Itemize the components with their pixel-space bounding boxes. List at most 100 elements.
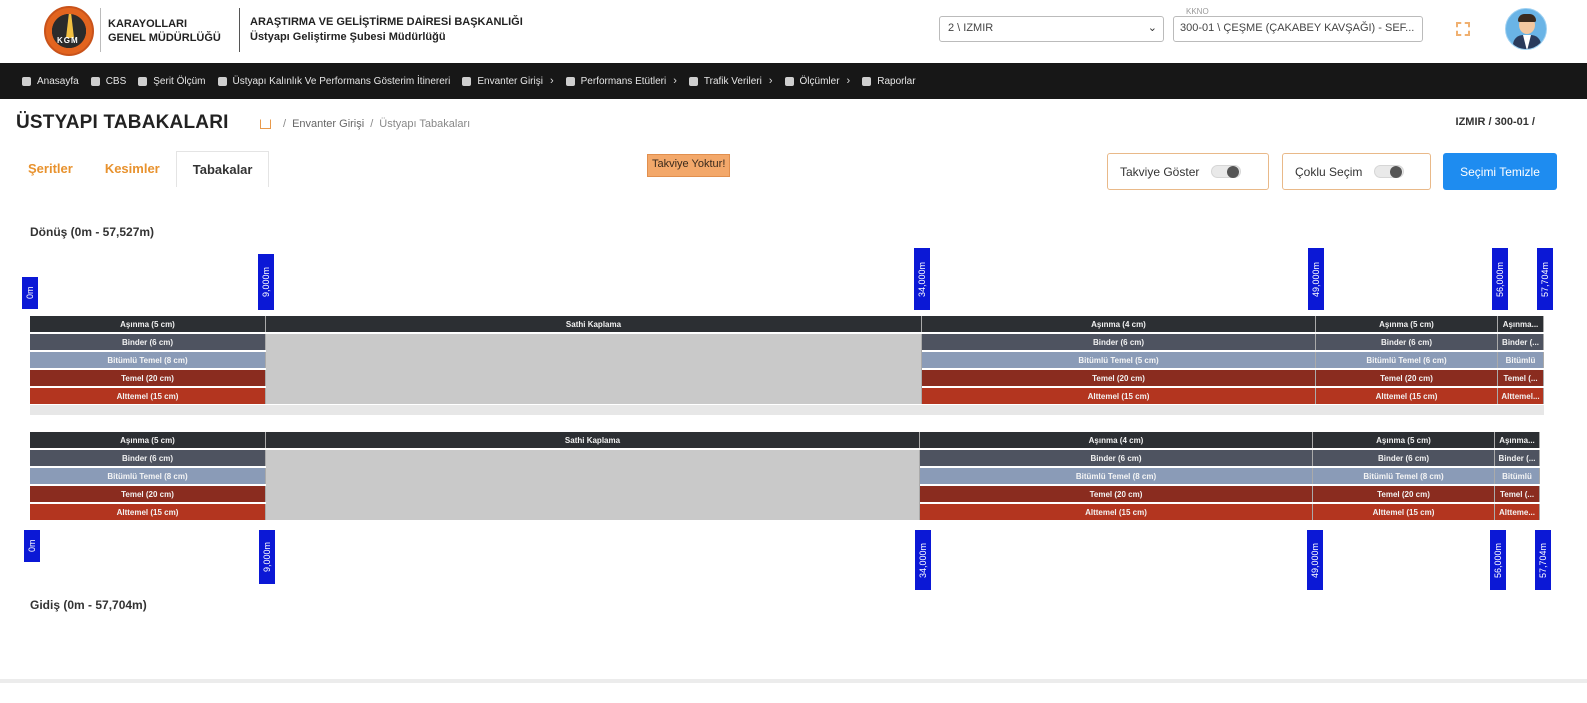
map-icon (90, 76, 100, 86)
layer-cell[interactable]: Binder (... (1498, 334, 1544, 350)
nav-item-label: Anasayfa (37, 75, 79, 87)
toggle-switch[interactable] (1374, 165, 1405, 178)
layer-cell-empty[interactable] (266, 450, 920, 520)
home-icon[interactable] (260, 119, 271, 129)
layer-cell[interactable]: Aşınma (4 cm) (920, 432, 1313, 448)
chevron-right-icon: › (673, 75, 677, 87)
kgm-logo[interactable]: KGM (44, 6, 94, 56)
layer-cell[interactable]: Alttemel... (1498, 388, 1544, 404)
distance-marker[interactable]: 56,000m (1492, 248, 1508, 310)
nav-item-raporlar[interactable]: Raporlar (862, 76, 916, 87)
toggle-label: Takviye Göster (1120, 164, 1200, 179)
layer-cell[interactable]: Bitümlü (1498, 352, 1544, 368)
layer-cell[interactable]: Aşınma... (1495, 432, 1540, 448)
nav-item-serit-olcum[interactable]: Şerit Ölçüm (138, 76, 206, 87)
distance-marker[interactable]: 57,704m (1537, 248, 1553, 310)
nav-item-ustyapi-kalinlik[interactable]: Üstyapı Kalınlık Ve Performans Gösterim … (217, 76, 450, 87)
layer-cell[interactable]: Altteme... (1495, 504, 1540, 520)
layer-cell[interactable]: Binder (6 cm) (1313, 450, 1495, 466)
layer-cell[interactable]: Alttemel (15 cm) (1313, 504, 1495, 520)
layer-cell[interactable]: Alttemel (15 cm) (1316, 388, 1498, 404)
layer-cell-empty[interactable] (266, 334, 922, 404)
layer-cell[interactable]: Binder (6 cm) (1316, 334, 1498, 350)
coklu-secim-toggle[interactable]: Çoklu Seçim (1282, 153, 1431, 190)
nav-item-anasayfa[interactable]: Anasayfa (22, 76, 79, 87)
distance-marker[interactable]: 56,000m (1490, 530, 1506, 590)
nav-item-cbs[interactable]: CBS (90, 76, 126, 87)
tab-kesimler[interactable]: Kesimler (89, 151, 176, 187)
main-nav: Anasayfa CBS Şerit Ölçüm Üstyapı Kalınlı… (0, 63, 1587, 99)
kkno-select-value: 300-01 \ ÇEŞME (ÇAKABEY KAVŞAĞI) - SEF..… (1180, 22, 1415, 34)
home-icon (22, 76, 31, 86)
toggle-switch[interactable] (1211, 165, 1242, 178)
layer-cell[interactable]: Binder (... (1495, 450, 1540, 466)
logo-text: KGM (57, 36, 79, 45)
layer-cell[interactable]: Binder (6 cm) (30, 450, 266, 466)
tab-seritler[interactable]: Şeritler (12, 151, 89, 187)
fullscreen-icon[interactable] (1456, 22, 1470, 36)
region-select[interactable]: 2 \ IZMIR ⌄ (939, 16, 1164, 42)
takviye-goster-toggle[interactable]: Takviye Göster (1107, 153, 1269, 190)
layer-cell[interactable]: Bitümlü (1495, 468, 1540, 484)
layer-cell[interactable]: Temel (20 cm) (30, 486, 266, 502)
distance-marker[interactable]: 9,000m (259, 530, 275, 584)
distance-marker[interactable]: 49,000m (1307, 530, 1323, 590)
chevron-down-icon: ⌄ (1147, 22, 1157, 34)
layer-cell[interactable]: Temel (20 cm) (1313, 486, 1495, 502)
layer-cell[interactable]: Bitümlü Temel (8 cm) (920, 468, 1313, 484)
layer-cell[interactable]: Sathi Kaplama (266, 316, 922, 332)
breadcrumb-separator: / (370, 118, 374, 130)
distance-marker[interactable]: 9,000m (258, 254, 274, 310)
kkno-select[interactable]: 300-01 \ ÇEŞME (ÇAKABEY KAVŞAĞI) - SEF..… (1173, 16, 1423, 42)
layer-cell[interactable]: Binder (6 cm) (30, 334, 266, 350)
nav-item-performans-etutleri[interactable]: Performans Etütleri › (565, 75, 677, 87)
layer-cell[interactable]: Temel (20 cm) (30, 370, 266, 386)
layer-cell[interactable]: Temel (... (1495, 486, 1540, 502)
layer-cell[interactable]: Bitümlü Temel (8 cm) (30, 352, 266, 368)
user-avatar[interactable] (1505, 8, 1547, 50)
department-name: ARAŞTIRMA VE GELİŞTİRME DAİRESİ BAŞKANLI… (250, 15, 523, 45)
layer-cell[interactable]: Alttemel (15 cm) (30, 388, 266, 404)
department-line1: ARAŞTIRMA VE GELİŞTİRME DAİRESİ BAŞKANLI… (250, 16, 523, 28)
layer-cell[interactable]: Temel (20 cm) (922, 370, 1316, 386)
tab-tabakalar[interactable]: Tabakalar (175, 151, 270, 187)
layer-cell[interactable]: Temel (... (1498, 370, 1544, 386)
layer-cell[interactable]: Aşınma (4 cm) (922, 316, 1316, 332)
layer-cell[interactable]: Temel (20 cm) (920, 486, 1313, 502)
layer-cell[interactable]: Binder (6 cm) (922, 334, 1316, 350)
app-header: KGM KARAYOLLARI GENEL MÜDÜRLÜĞÜ ARAŞTIRM… (0, 0, 1587, 63)
kkno-label: KKNO (1186, 7, 1209, 16)
breadcrumb-item-active: Üstyapı Tabakaları (379, 118, 471, 130)
layer-cell[interactable]: Temel (20 cm) (1316, 370, 1498, 386)
layer-cell[interactable]: Aşınma... (1498, 316, 1544, 332)
layer-cell[interactable]: Bitümlü Temel (8 cm) (30, 468, 266, 484)
distance-marker[interactable]: 34,000m (915, 530, 931, 590)
nav-item-label: Envanter Girişi (477, 75, 543, 87)
distance-marker[interactable]: 0m (22, 277, 38, 309)
layer-cell[interactable]: Aşınma (5 cm) (30, 316, 266, 332)
layer-cell[interactable]: Alttemel (15 cm) (922, 388, 1316, 404)
layer-cell[interactable]: Binder (6 cm) (920, 450, 1313, 466)
nav-item-envanter-girisi[interactable]: Envanter Girişi › (462, 75, 554, 87)
header-divider (100, 8, 101, 52)
users-icon (784, 76, 794, 86)
nav-item-trafik-verileri[interactable]: Trafik Verileri › (688, 75, 773, 87)
layer-cell[interactable]: Aşınma (5 cm) (1316, 316, 1498, 332)
layer-cell[interactable]: Bitümlü Temel (5 cm) (922, 352, 1316, 368)
layer-cell[interactable]: Aşınma (5 cm) (30, 432, 266, 448)
breadcrumb-item[interactable]: Envanter Girişi (292, 118, 364, 130)
nav-item-label: Ölçümler (799, 75, 840, 87)
road-icon (66, 14, 74, 38)
clear-selection-button[interactable]: Seçimi Temizle (1443, 153, 1557, 190)
layer-cell[interactable]: Alttemel (15 cm) (920, 504, 1313, 520)
distance-marker[interactable]: 0m (24, 530, 40, 562)
distance-marker[interactable]: 49,000m (1308, 248, 1324, 310)
layer-cell[interactable]: Sathi Kaplama (266, 432, 920, 448)
layer-cell[interactable]: Alttemel (15 cm) (30, 504, 266, 520)
layer-cell[interactable]: Aşınma (5 cm) (1313, 432, 1495, 448)
distance-marker[interactable]: 57,704m (1535, 530, 1551, 590)
nav-item-olcumler[interactable]: Ölçümler › (784, 75, 850, 87)
layer-cell[interactable]: Bitümlü Temel (6 cm) (1316, 352, 1498, 368)
layer-cell[interactable]: Bitümlü Temel (8 cm) (1313, 468, 1495, 484)
distance-marker[interactable]: 34,000m (914, 248, 930, 310)
